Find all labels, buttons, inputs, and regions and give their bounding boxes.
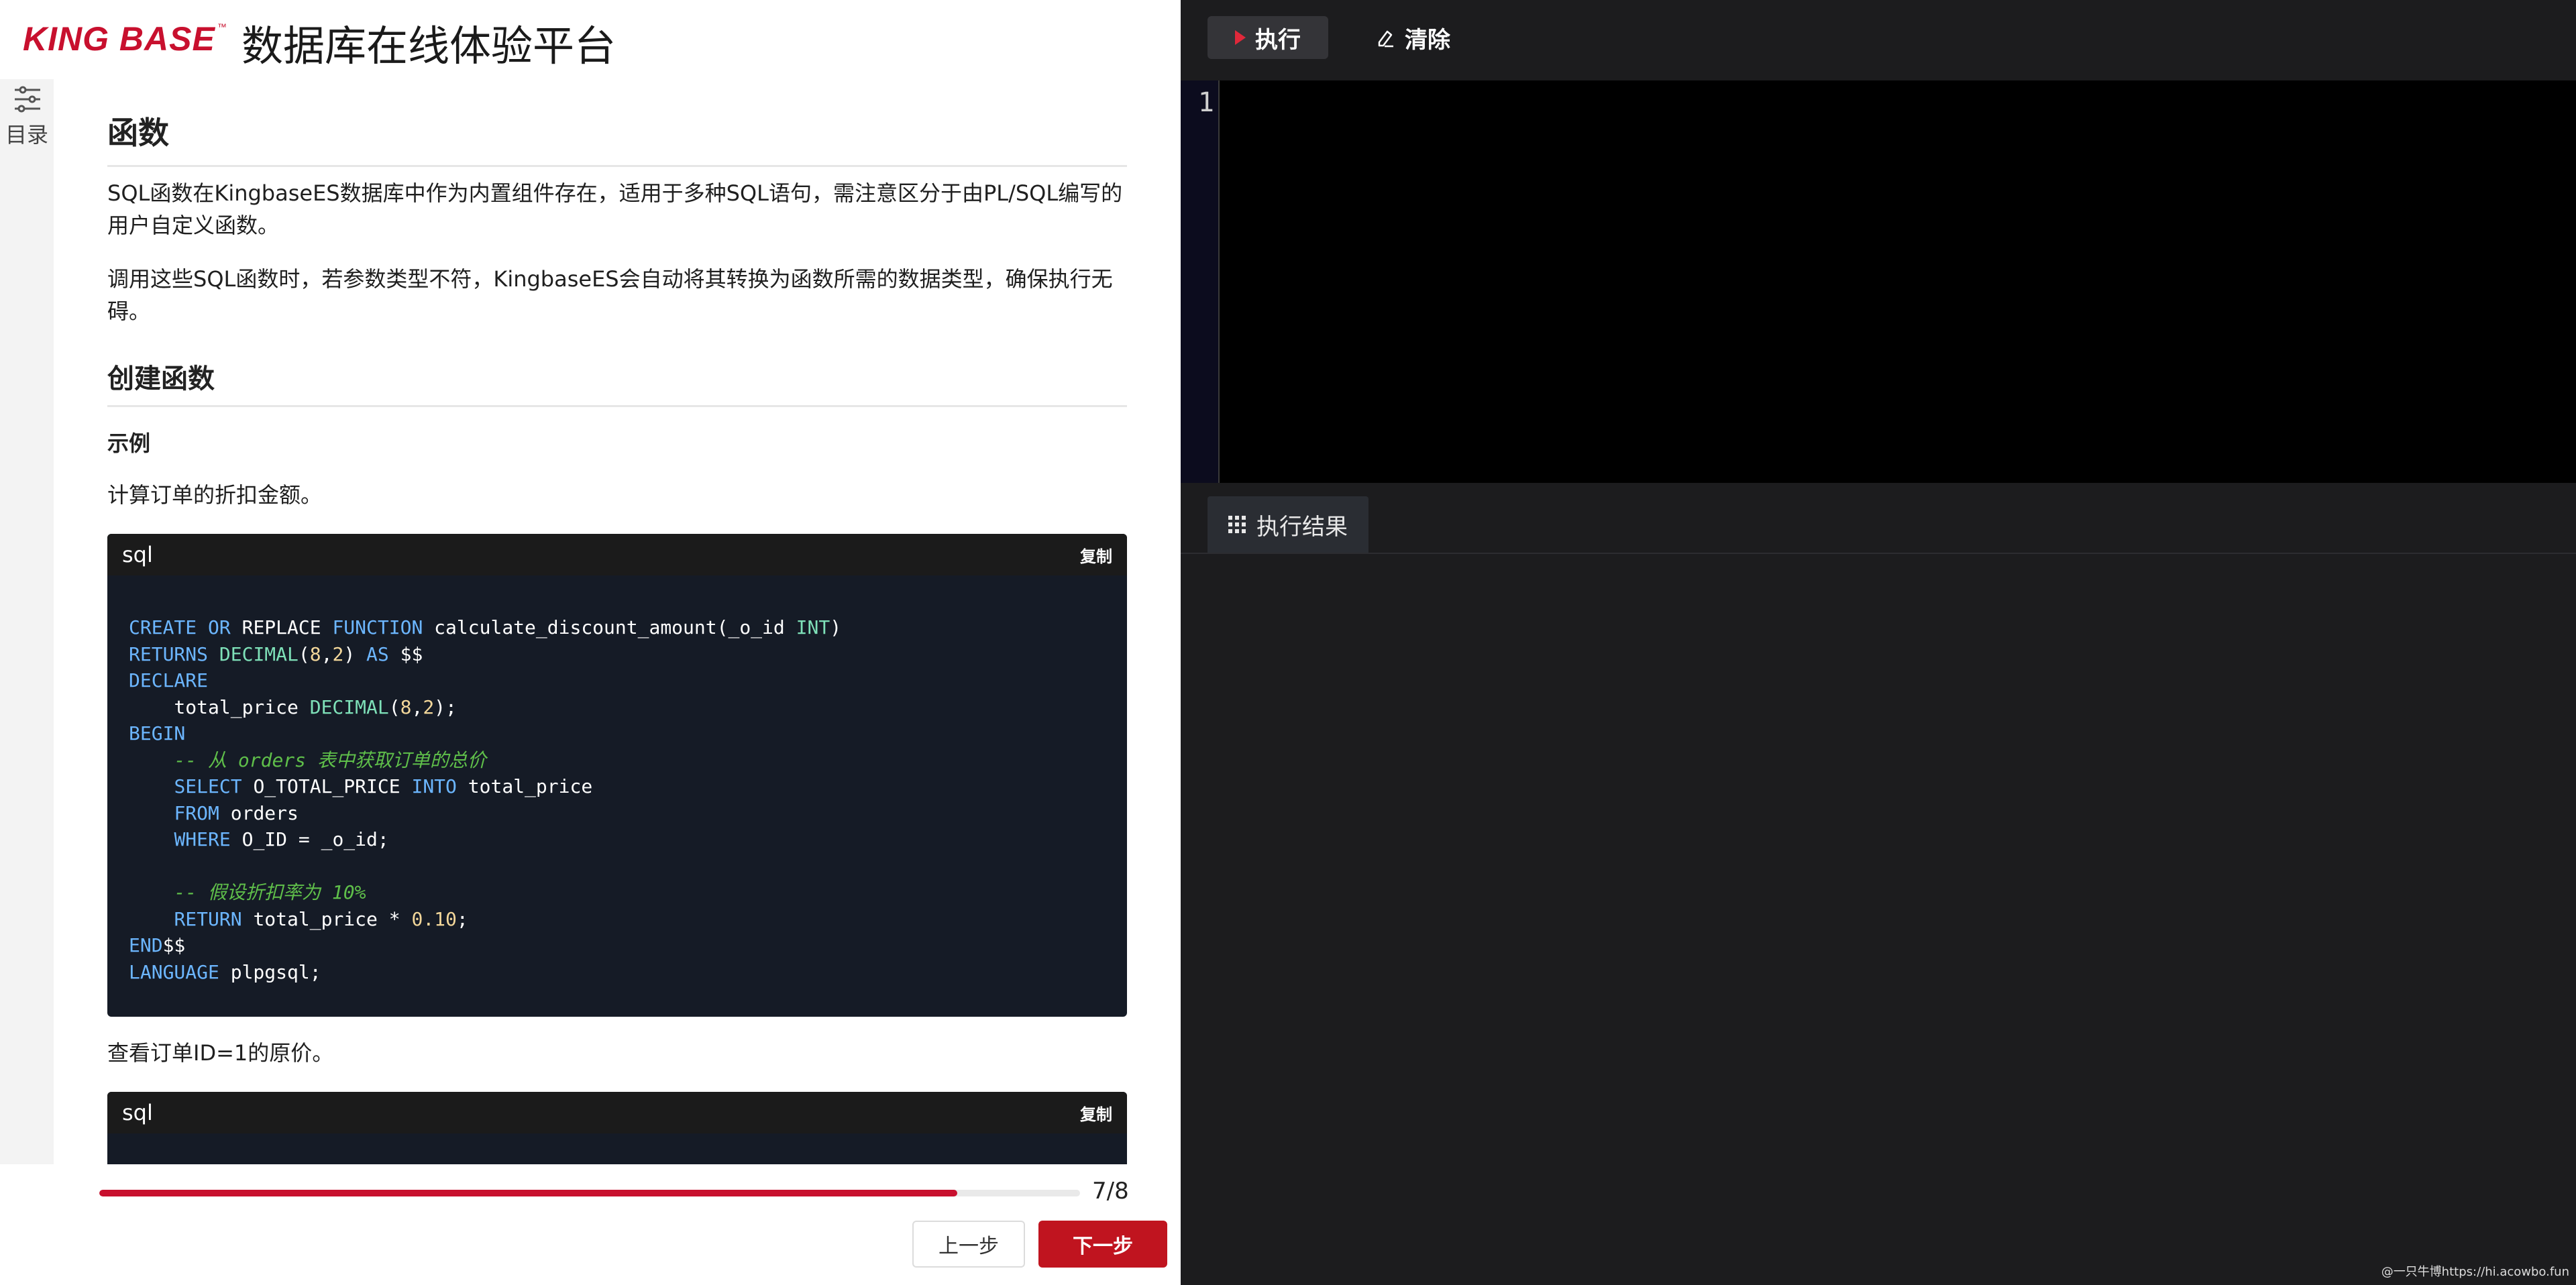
- watermark: @一只牛博https://hi.acowbo.fun: [2381, 1265, 2569, 1279]
- example-heading: 示例: [107, 431, 151, 456]
- sql-editor[interactable]: 1: [1181, 80, 2576, 483]
- step-footer: 7/8 上一步 下一步: [0, 1164, 1181, 1285]
- code-block-header: sql 复制: [107, 534, 1127, 575]
- next-step-button[interactable]: 下一步: [1038, 1221, 1167, 1268]
- play-icon: [1235, 30, 1246, 45]
- clear-button[interactable]: 清除: [1375, 16, 1450, 59]
- subsection-heading: 创建函数: [107, 357, 1127, 407]
- code-line: LANGUAGE plpgsql;: [129, 960, 321, 983]
- tab-results-label: 执行结果: [1256, 513, 1348, 541]
- code-line: CREATE OR REPLACE FUNCTION calculate_dis…: [129, 616, 842, 638]
- line-gutter: 1: [1181, 80, 1220, 483]
- code-line: RETURN total_price * 0.10;: [174, 907, 468, 930]
- tab-results[interactable]: 执行结果: [1208, 496, 1368, 553]
- toc-toggle[interactable]: 目录: [0, 79, 54, 1164]
- progress-bar: [99, 1190, 1080, 1196]
- code-line: FROM orders: [174, 801, 299, 824]
- query-description: 查看订单ID=1的原价。: [107, 1040, 334, 1066]
- sql-workspace: 执行 清除 1 执行结果 @一只牛博https://hi.acowbo.fun: [1181, 0, 2576, 1285]
- code-block-header: sql 复制: [107, 1092, 1127, 1133]
- editor-toolbar: 执行 清除: [1181, 0, 2576, 80]
- code-block-2: sql 复制: [107, 1092, 1127, 1164]
- run-label: 执行: [1255, 26, 1301, 54]
- conversion-paragraph: 调用这些SQL函数时，若参数类型不符，KingbaseES会自动将其转换为函数所…: [107, 266, 1113, 324]
- clear-label: 清除: [1405, 26, 1450, 54]
- section-heading: 函数: [107, 109, 1127, 167]
- result-panel: [1181, 554, 2576, 1285]
- code-line: END$$: [129, 934, 186, 956]
- page-title: 数据库在线体验平台: [241, 21, 616, 70]
- prev-step-button[interactable]: 上一步: [912, 1221, 1025, 1268]
- code-line: -- 假设折扣率为 10%: [174, 881, 366, 903]
- example-description: 计算订单的折扣金额。: [107, 482, 323, 508]
- copy-button[interactable]: 复制: [1080, 1101, 1112, 1125]
- intro-paragraph: SQL函数在KingbaseES数据库中作为内置组件存在，适用于多种SQL语句，…: [107, 180, 1123, 238]
- logo-trademark: ™: [217, 21, 227, 32]
- toc-label: 目录: [5, 122, 48, 148]
- code-line: -- 从 orders 表中获取订单的总价: [174, 748, 486, 771]
- grid-icon: [1228, 516, 1246, 533]
- tutorial-pane: KING BASE ™ 数据库在线体验平台 目录 函数 SQL函数在Kingba…: [0, 0, 1181, 1285]
- code-language: sql: [122, 1100, 153, 1125]
- copy-button[interactable]: 复制: [1080, 543, 1112, 567]
- eraser-icon: [1378, 30, 1393, 48]
- code-block: sql 复制 CREATE OR REPLACE FUNCTION calcul…: [107, 534, 1127, 1017]
- code-line: RETURNS DECIMAL(8,2) AS $$: [129, 642, 423, 665]
- line-number: 1: [1197, 87, 1214, 118]
- code-line: DECLARE: [129, 669, 209, 691]
- code-content: CREATE OR REPLACE FUNCTION calculate_dis…: [107, 575, 1127, 1001]
- article-content[interactable]: 函数 SQL函数在KingbaseES数据库中作为内置组件存在，适用于多种SQL…: [54, 79, 1181, 1164]
- code-line: WHERE O_ID = _o_id;: [174, 828, 389, 850]
- progress-text: 7/8: [1092, 1178, 1129, 1205]
- progress-fill: [99, 1190, 958, 1196]
- code-line: SELECT O_TOTAL_PRICE INTO total_price: [174, 775, 593, 797]
- logo-text: KING BASE: [23, 20, 215, 58]
- result-tabbar: 执行结果: [1181, 483, 2576, 554]
- sliders-icon: [15, 86, 40, 113]
- run-button[interactable]: 执行: [1208, 16, 1328, 59]
- code-language: sql: [122, 542, 153, 567]
- kingbase-logo: KING BASE ™: [23, 20, 227, 58]
- code-line: BEGIN: [129, 722, 186, 744]
- header: KING BASE ™ 数据库在线体验平台: [0, 0, 1181, 79]
- code-line: total_price DECIMAL(8,2);: [129, 695, 457, 718]
